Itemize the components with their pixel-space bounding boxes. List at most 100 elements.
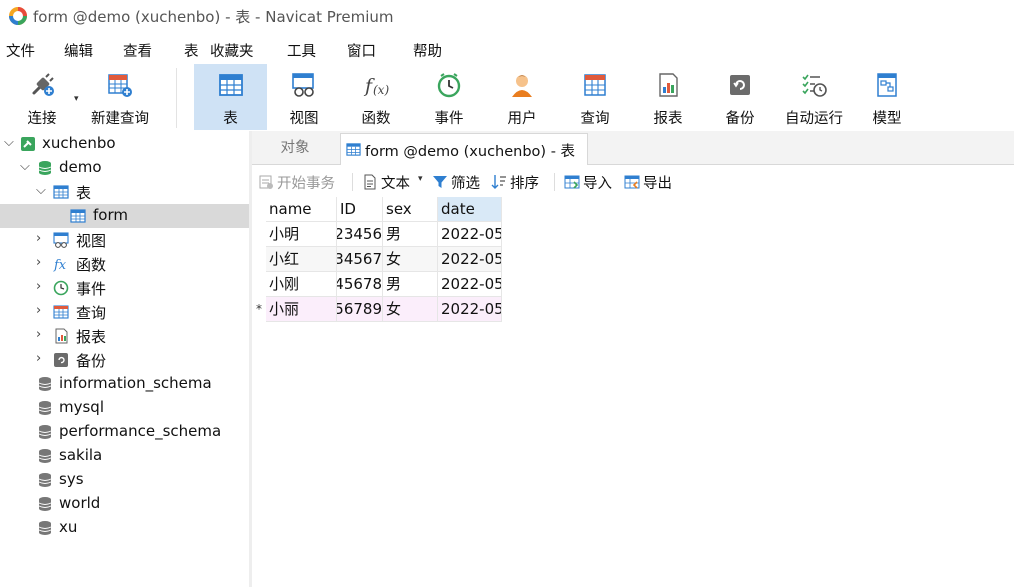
sort-button[interactable]: 排序: [491, 171, 547, 193]
tree-database-world[interactable]: world: [0, 492, 249, 516]
cell-id[interactable]: 23456: [337, 222, 383, 247]
database-icon: [38, 425, 52, 439]
event-label: 事件: [434, 111, 464, 127]
tree-backups-folder[interactable]: › 备份: [0, 348, 249, 372]
report-button[interactable]: 报表: [634, 64, 702, 130]
reports-label: 报表: [76, 328, 107, 346]
connect-button[interactable]: 连接: [10, 64, 74, 130]
cell-name[interactable]: 小丽: [266, 297, 337, 322]
backup-button[interactable]: 备份: [706, 64, 774, 130]
navicat-logo-icon: [9, 7, 27, 25]
table-icon: [70, 209, 86, 223]
cell-id[interactable]: 34567: [337, 247, 383, 272]
database-label: demo: [59, 158, 102, 176]
column-header-date[interactable]: date: [438, 197, 502, 222]
menu-favorites[interactable]: 收藏夹: [210, 40, 254, 61]
tree-functions-folder[interactable]: › fx 函数: [0, 252, 249, 276]
cell-sex[interactable]: 男: [383, 222, 438, 247]
filter-button[interactable]: 筛选: [432, 171, 484, 193]
events-label: 事件: [76, 280, 107, 298]
cell-sex[interactable]: 女: [383, 247, 438, 272]
cell-id[interactable]: 56789: [337, 297, 383, 322]
table-button[interactable]: 表: [194, 64, 267, 130]
database-open-icon: [38, 161, 52, 175]
tree-database-sys[interactable]: sys: [0, 468, 249, 492]
database-icon: [38, 521, 52, 535]
begin-transaction-label: 开始事务: [277, 176, 335, 192]
chevron-right-icon[interactable]: ›: [36, 327, 41, 342]
cell-name[interactable]: 小刚: [266, 272, 337, 297]
export-icon: [624, 175, 640, 189]
tree-views-folder[interactable]: › 视图: [0, 228, 249, 252]
auto-run-button[interactable]: 自动运行: [778, 64, 850, 130]
chevron-down-icon[interactable]: ⌵: [4, 135, 14, 150]
cell-date[interactable]: 2022-05: [438, 247, 502, 272]
tab-objects[interactable]: 对象: [252, 133, 338, 164]
chevron-right-icon[interactable]: ›: [36, 255, 41, 270]
column-header-sex[interactable]: sex: [383, 197, 438, 222]
database-icon: [38, 377, 52, 391]
tree-queries-folder[interactable]: › 查询: [0, 300, 249, 324]
tree-tables-folder[interactable]: ⌵ 表: [0, 180, 249, 204]
menu-table[interactable]: 表: [184, 40, 199, 61]
tab-form-table[interactable]: form @demo (xuchenbo) - 表: [340, 133, 588, 165]
import-button[interactable]: 导入: [564, 171, 618, 193]
tree-database-performance-schema[interactable]: performance_schema: [0, 420, 249, 444]
tree-database-xu[interactable]: xu: [0, 516, 249, 540]
cell-sex[interactable]: 女: [383, 297, 438, 322]
tree-database-information-schema[interactable]: information_schema: [0, 372, 249, 396]
cell-date[interactable]: 2022-05: [438, 297, 502, 322]
column-header-name[interactable]: name: [266, 197, 337, 222]
user-icon: [512, 75, 532, 97]
report-icon: [659, 73, 678, 97]
menu-file[interactable]: 文件: [6, 40, 35, 61]
menu-help[interactable]: 帮助: [413, 40, 442, 61]
cell-name[interactable]: 小红: [266, 247, 337, 272]
function-icon: f (x): [363, 75, 389, 97]
table-label: 表: [223, 111, 238, 127]
begin-transaction-button[interactable]: 开始事务: [258, 171, 344, 193]
tree-database-demo[interactable]: ⌵ demo: [0, 156, 249, 180]
connect-dropdown-icon[interactable]: ▾: [74, 94, 79, 104]
tree-reports-folder[interactable]: › 报表: [0, 324, 249, 348]
export-button[interactable]: 导出: [624, 171, 678, 193]
model-button[interactable]: 模型: [854, 64, 920, 130]
query-icon: [53, 305, 69, 319]
tree-database-sakila[interactable]: sakila: [0, 444, 249, 468]
tree-events-folder[interactable]: › 事件: [0, 276, 249, 300]
tree-connection-xuchenbo[interactable]: ⌵ xuchenbo: [0, 132, 249, 156]
chevron-right-icon[interactable]: ›: [36, 351, 41, 366]
event-button[interactable]: 事件: [414, 64, 484, 130]
cell-date[interactable]: 2022-05: [438, 222, 502, 247]
chevron-right-icon[interactable]: ›: [36, 279, 41, 294]
table-icon: [346, 143, 361, 156]
function-button[interactable]: f (x) 函数: [342, 64, 410, 130]
menu-tools[interactable]: 工具: [287, 40, 316, 61]
column-header-id[interactable]: ID: [337, 197, 383, 222]
menu-window[interactable]: 窗口: [347, 40, 376, 61]
text-button[interactable]: 文本 ▾: [362, 171, 426, 193]
query-button[interactable]: 查询: [560, 64, 630, 130]
chevron-down-icon[interactable]: ⌵: [36, 183, 46, 198]
svg-text:fx: fx: [53, 258, 67, 272]
backup-icon: [730, 75, 750, 95]
sidebar-splitter[interactable]: [249, 131, 252, 587]
tab-form-label: form @demo (xuchenbo) - 表: [365, 144, 576, 160]
cell-name[interactable]: 小明: [266, 222, 337, 247]
user-button[interactable]: 用户: [488, 64, 556, 130]
menu-view[interactable]: 查看: [123, 40, 152, 61]
database-label: performance_schema: [59, 422, 222, 440]
chevron-right-icon[interactable]: ›: [36, 231, 41, 246]
menu-edit[interactable]: 编辑: [64, 40, 93, 61]
view-button[interactable]: 视图: [270, 64, 338, 130]
cell-sex[interactable]: 男: [383, 272, 438, 297]
database-icon: [38, 497, 52, 511]
toolbar-separator: [554, 173, 555, 191]
tree-database-mysql[interactable]: mysql: [0, 396, 249, 420]
cell-id[interactable]: 45678: [337, 272, 383, 297]
chevron-right-icon[interactable]: ›: [36, 303, 41, 318]
tree-table-form[interactable]: form: [0, 204, 249, 228]
chevron-down-icon[interactable]: ⌵: [20, 159, 30, 174]
new-query-button[interactable]: 新建查询: [86, 64, 154, 130]
cell-date[interactable]: 2022-05: [438, 272, 502, 297]
